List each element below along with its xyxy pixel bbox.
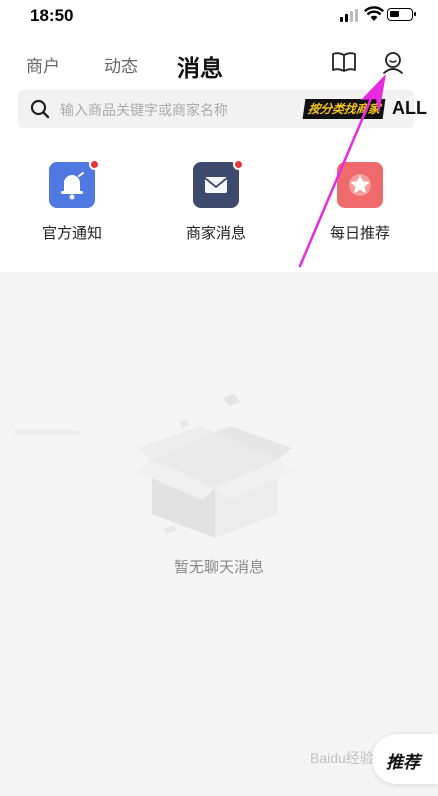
floating-recommend-label: 推荐 [386,753,420,772]
bell-icon [49,162,95,208]
cellular-signal-icon [340,9,358,22]
entry-label: 官方通知 [41,225,102,242]
tab-feed[interactable]: 动态 [104,52,138,77]
unread-dot [233,159,244,170]
star-icon [337,162,383,208]
entry-merchant-messages[interactable]: 商家消息 [166,159,266,242]
watermark: Baidu经验 [310,750,374,766]
profile-icon[interactable] [379,48,407,76]
empty-state-message: 暂无聊天消息 [173,559,264,576]
book-icon[interactable] [330,48,358,76]
entry-daily-recommend[interactable]: 每日推荐 [310,162,410,242]
floating-recommend-button[interactable]: 推荐 [372,734,438,784]
wifi-icon [364,6,384,21]
tab-merchants[interactable]: 商户 [26,52,60,77]
category-all-link[interactable]: ALL [392,98,427,119]
category-promo-badge[interactable]: 按分类找商家 [302,99,386,119]
top-panel: 18:50 商户 动态 消息 输入商品关键字或商家名称 按分类找商家 ALL 官… [0,0,438,272]
entry-label: 每日推荐 [329,225,390,242]
entry-official-notice[interactable]: 官方通知 [22,159,122,242]
unread-dot [89,159,100,170]
faint-placeholder-bar [14,430,80,435]
search-bar[interactable]: 输入商品关键字或商家名称 按分类找商家 ALL [18,90,427,128]
empty-box-icon [138,394,292,538]
status-bar: 18:50 [0,0,438,34]
status-time: 18:50 [30,6,74,25]
mail-icon [193,162,239,208]
battery-icon [387,8,416,21]
search-placeholder: 输入商品关键字或商家名称 [60,102,228,118]
entry-label: 商家消息 [185,225,246,242]
search-icon [30,99,50,119]
tab-messages[interactable]: 消息 [177,49,223,83]
